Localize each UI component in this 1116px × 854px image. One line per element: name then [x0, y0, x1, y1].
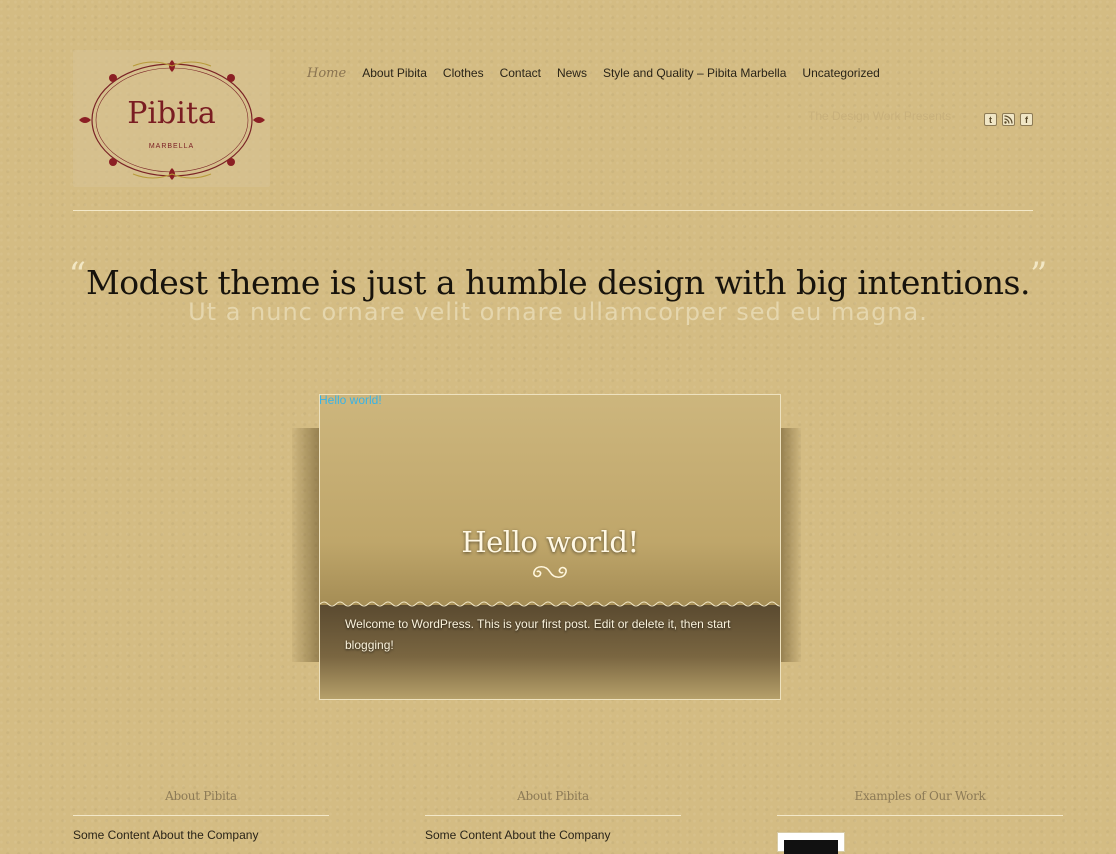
widget-title: About Pibita [165, 789, 237, 803]
hero-headline: “Modest theme is just a humble design wi… [0, 255, 1116, 303]
work-thumbnail[interactable] [777, 832, 845, 854]
logo-subtitle: MARBELLA [148, 143, 195, 150]
social-links: t f [984, 113, 1033, 126]
site-logo[interactable]: Pibita MARBELLA [73, 50, 270, 187]
nav-item-uncategorized[interactable]: Uncategorized [802, 66, 879, 81]
post-link[interactable]: Hello world! [319, 393, 382, 407]
nav-item-style-quality[interactable]: Style and Quality – Pibita Marbella [603, 66, 786, 81]
card-shadow-right [779, 428, 801, 662]
widget-text: Some Content About the Company [73, 828, 259, 842]
widget-divider [73, 815, 329, 816]
hero-subtext: Ut a nunc ornare velit ornare ullamcorpe… [188, 298, 928, 326]
widget-divider [425, 815, 681, 816]
card-shadow-left [292, 428, 322, 662]
rss-icon[interactable] [1002, 113, 1015, 126]
twitter-icon[interactable]: t [984, 113, 997, 126]
close-quote: ” [1030, 255, 1048, 295]
widget-title: About Pibita [517, 789, 589, 803]
featured-post-card[interactable]: Hello world! Welcome to WordPress. This … [319, 394, 781, 700]
site-tagline: The Design Work Presents [808, 109, 952, 123]
nav-item-home[interactable]: Home [307, 66, 346, 81]
headline-text: Modest theme is just a humble design wit… [86, 263, 1031, 302]
logo-name: Pibita [127, 96, 216, 131]
widget-divider [777, 815, 1063, 816]
header-divider [73, 210, 1033, 211]
facebook-icon[interactable]: f [1020, 113, 1033, 126]
nav-item-news[interactable]: News [557, 66, 587, 81]
widget-title: Examples of Our Work [854, 789, 986, 803]
card-wave-divider [320, 601, 780, 607]
nav-item-clothes[interactable]: Clothes [443, 66, 484, 81]
main-nav: Home About Pibita Clothes Contact News S… [307, 66, 896, 81]
widget-text: Some Content About the Company [425, 828, 611, 842]
nav-item-contact[interactable]: Contact [500, 66, 541, 81]
post-title[interactable]: Hello world! [320, 525, 780, 559]
ornament-icon [533, 565, 567, 579]
post-excerpt: Welcome to WordPress. This is your first… [345, 617, 731, 652]
open-quote: “ [68, 255, 86, 295]
nav-item-about[interactable]: About Pibita [362, 66, 427, 81]
